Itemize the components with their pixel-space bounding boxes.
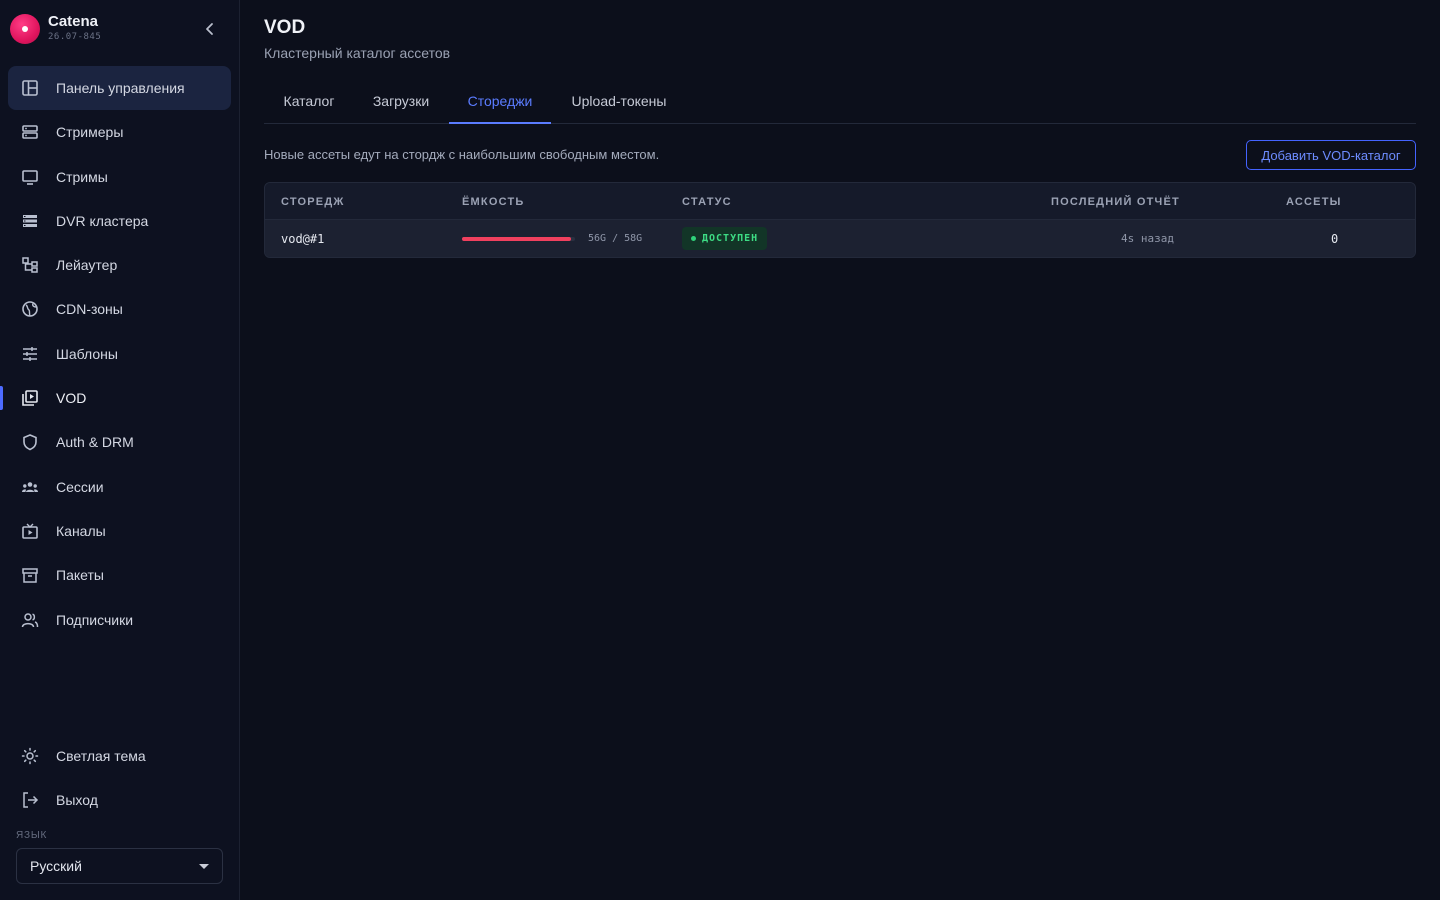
storage-icon bbox=[20, 211, 40, 231]
page-title: VOD bbox=[264, 17, 306, 38]
sidebar-item-layouter[interactable]: Лейаутер bbox=[8, 243, 231, 287]
server-icon bbox=[20, 122, 40, 142]
sidebar-item-cluster-dvr[interactable]: DVR кластера bbox=[8, 199, 231, 243]
capacity-text: 56G / 58G bbox=[588, 233, 643, 244]
column-header-capacity: ЁМКОСТЬ bbox=[462, 196, 525, 208]
sidebar-nav: Панель управления Стримеры Стримы DVR кл… bbox=[0, 66, 231, 642]
language-label: ЯЗЫК bbox=[16, 830, 48, 841]
sidebar-item-subscribers[interactable]: Подписчики bbox=[8, 598, 231, 642]
last-report-time: 4s назад bbox=[1121, 232, 1174, 245]
users-icon bbox=[20, 477, 40, 497]
sidebar-item-label: Подписчики bbox=[56, 611, 134, 628]
tab-storages[interactable]: Стореджи bbox=[449, 78, 551, 124]
monitor-icon bbox=[20, 167, 40, 187]
tabs: Каталог Загрузки Стореджи Upload-токены bbox=[264, 78, 1416, 124]
capacity-bar bbox=[462, 237, 575, 241]
sidebar-item-label: Пакеты bbox=[56, 567, 104, 584]
sliders-icon bbox=[20, 344, 40, 364]
language-select[interactable]: Русский bbox=[16, 848, 223, 884]
tab-catalog[interactable]: Каталог bbox=[264, 78, 354, 123]
storage-table: СТОРЕДЖ ЁМКОСТЬ СТАТУС ПОСЛЕДНИЙ ОТЧЁТ А… bbox=[264, 182, 1416, 258]
video-library-icon bbox=[20, 388, 40, 408]
tab-uploads[interactable]: Загрузки bbox=[354, 78, 448, 123]
column-header-last-report: ПОСЛЕДНИЙ ОТЧЁТ bbox=[1051, 196, 1180, 208]
sidebar-item-auth-drm[interactable]: Auth & DRM bbox=[8, 420, 231, 464]
sidebar-item-label: Панель управления bbox=[56, 80, 185, 96]
table-row[interactable]: vod@#1 56G / 58G ДОСТУПЕН 4s назад 0 bbox=[265, 220, 1415, 257]
status-dot-icon bbox=[691, 236, 696, 241]
status-badge: ДОСТУПЕН bbox=[682, 227, 768, 250]
sidebar: Catena 26.07-845 Панель управления Стрим… bbox=[0, 0, 240, 900]
main-content: VOD Кластерный каталог ассетов Каталог З… bbox=[240, 0, 1440, 900]
sidebar-item-streamers[interactable]: Стримеры bbox=[8, 110, 231, 154]
language-value: Русский bbox=[30, 858, 82, 874]
sidebar-item-packages[interactable]: Пакеты bbox=[8, 553, 231, 597]
logout-icon bbox=[20, 790, 40, 810]
tab-upload-tokens[interactable]: Upload-токены bbox=[551, 78, 687, 123]
app-version: 26.07-845 bbox=[48, 32, 102, 42]
sidebar-item-templates[interactable]: Шаблоны bbox=[8, 332, 231, 376]
app-name: Catena bbox=[48, 13, 99, 30]
column-header-storage: СТОРЕДЖ bbox=[281, 196, 345, 208]
column-header-status: СТАТУС bbox=[682, 196, 732, 208]
sidebar-item-dashboard[interactable]: Панель управления bbox=[8, 66, 231, 110]
globe-icon bbox=[20, 299, 40, 319]
sun-icon bbox=[20, 746, 40, 766]
sidebar-item-streams[interactable]: Стримы bbox=[8, 155, 231, 199]
sidebar-item-cdn-zones[interactable]: CDN-зоны bbox=[8, 287, 231, 331]
column-header-assets: АССЕТЫ bbox=[1286, 196, 1342, 208]
sidebar-item-label: Сессии bbox=[56, 478, 104, 495]
sidebar-item-vod[interactable]: VOD bbox=[0, 376, 231, 420]
sidebar-bottom: Светлая тема Выход bbox=[8, 734, 231, 823]
table-header: СТОРЕДЖ ЁМКОСТЬ СТАТУС ПОСЛЕДНИЙ ОТЧЁТ А… bbox=[265, 183, 1415, 220]
page-subtitle: Кластерный каталог ассетов bbox=[264, 45, 451, 61]
tv-icon bbox=[20, 521, 40, 541]
sidebar-item-label: Выход bbox=[56, 792, 98, 809]
status-text: ДОСТУПЕН bbox=[702, 233, 759, 244]
sidebar-item-channels[interactable]: Каналы bbox=[8, 509, 231, 553]
sidebar-item-label: VOD bbox=[56, 390, 87, 407]
sidebar-item-label: DVR кластера bbox=[56, 212, 149, 229]
dashboard-icon bbox=[20, 78, 40, 98]
storage-hint: Новые ассеты едут на стордж с наибольшим… bbox=[264, 147, 660, 162]
collapse-sidebar-button[interactable] bbox=[196, 15, 224, 43]
sidebar-item-sessions[interactable]: Сессии bbox=[8, 465, 231, 509]
catena-logo-icon bbox=[10, 14, 40, 44]
sidebar-item-label: Шаблоны bbox=[56, 345, 118, 362]
shield-icon bbox=[20, 432, 40, 452]
storage-name: vod@#1 bbox=[281, 232, 325, 246]
sidebar-item-label: Auth & DRM bbox=[56, 434, 134, 451]
capacity-bar-fill bbox=[462, 237, 572, 241]
logout-button[interactable]: Выход bbox=[8, 778, 231, 822]
sidebar-item-label: Каналы bbox=[56, 522, 106, 539]
light-theme-toggle[interactable]: Светлая тема bbox=[8, 734, 231, 778]
add-vod-catalog-button[interactable]: Добавить VOD-каталог bbox=[1246, 140, 1416, 170]
assets-count: 0 bbox=[1331, 232, 1339, 246]
caret-down-icon bbox=[199, 864, 209, 869]
sidebar-item-label: Стримеры bbox=[56, 124, 124, 141]
sidebar-item-label: Стримы bbox=[56, 168, 108, 185]
sidebar-item-label: CDN-зоны bbox=[56, 301, 123, 318]
sidebar-item-label: Лейаутер bbox=[56, 257, 118, 274]
layout-icon bbox=[20, 255, 40, 275]
subscribers-icon bbox=[20, 610, 40, 630]
archive-icon bbox=[20, 565, 40, 585]
sidebar-item-label: Светлая тема bbox=[56, 748, 146, 764]
chevron-left-icon bbox=[206, 23, 213, 35]
